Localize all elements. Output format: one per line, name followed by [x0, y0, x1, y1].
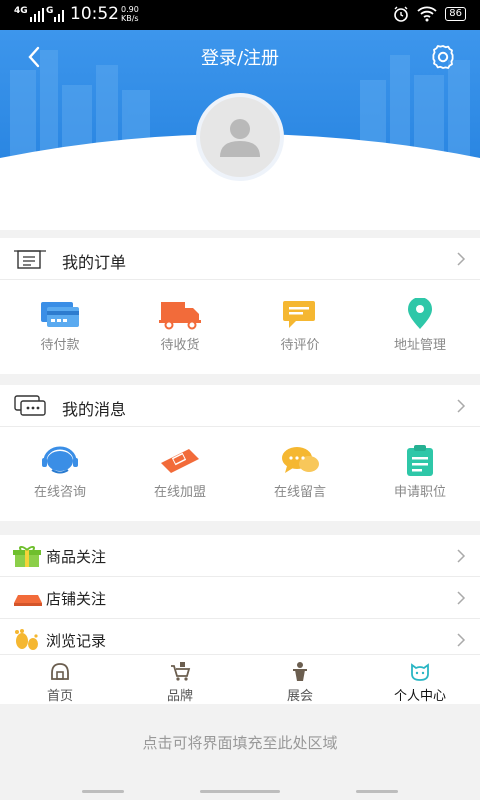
receipt-icon [14, 250, 46, 269]
shop-follow-row[interactable]: 店铺关注 [0, 577, 480, 619]
nav-indicator-left [82, 790, 124, 793]
orders-section: 我的订单 待付款 待收货 待评价 地址管理 [0, 238, 480, 374]
pending-review-label: 待评价 [280, 338, 320, 353]
location-pin-icon [408, 298, 432, 329]
pending-payment-button[interactable]: 待付款 [0, 280, 120, 374]
online-franchise-label: 在线加盟 [153, 485, 206, 500]
pending-review-button[interactable]: 待评价 [240, 280, 360, 374]
gear-icon[interactable] [428, 42, 458, 72]
pending-receipt-label: 待收货 [160, 338, 200, 353]
messages-title: 我的消息 [62, 400, 127, 419]
profile-header: 登录/注册 [0, 30, 480, 230]
online-franchise-button[interactable]: 在线加盟 [120, 427, 240, 521]
pending-payment-label: 待付款 [40, 338, 80, 353]
online-message-button[interactable]: 在线留言 [240, 427, 360, 521]
nav-indicator-center [200, 790, 280, 793]
battery-indicator: 86 [445, 7, 466, 21]
bottom-tab-bar: 首页 品牌 展会 个人中心 [0, 654, 480, 704]
truck-icon [159, 302, 201, 330]
orders-header[interactable]: 我的订单 [0, 238, 480, 280]
follow-list: 商品关注 店铺关注 浏览记录 [0, 535, 480, 655]
shop-follow-label: 店铺关注 [46, 590, 107, 608]
card-icon [41, 302, 79, 327]
speed-value: 0.90 [121, 5, 139, 14]
tab-profile-label: 个人中心 [393, 689, 446, 704]
home-icon [51, 663, 69, 680]
apply-job-label: 申请职位 [393, 485, 446, 500]
nav-indicator-right [356, 790, 398, 793]
network-speed: 0.90 KB/s [121, 5, 139, 23]
tab-exhibition-label: 展会 [286, 689, 313, 704]
browse-history-label: 浏览记录 [46, 632, 107, 650]
signal-icon [30, 8, 44, 22]
messages-header[interactable]: 我的消息 [0, 385, 480, 427]
status-bar: 4G G 10:52 0.90 KB/s 86 [0, 0, 480, 30]
avatar[interactable] [196, 93, 284, 181]
chevron-right-icon [457, 591, 466, 605]
online-consult-label: 在线咨询 [33, 485, 86, 500]
chevron-right-icon [457, 549, 466, 563]
address-management-button[interactable]: 地址管理 [360, 280, 480, 374]
tab-exhibition[interactable]: 展会 [240, 655, 360, 704]
signal-g-label: G [46, 6, 54, 16]
chevron-right-icon [457, 633, 466, 647]
tab-profile[interactable]: 个人中心 [360, 655, 480, 704]
speed-unit: KB/s [121, 14, 139, 23]
comment-icon [283, 301, 315, 328]
product-follow-label: 商品关注 [46, 548, 107, 566]
address-management-label: 地址管理 [393, 338, 446, 353]
franchise-icon [161, 449, 199, 473]
fill-hint-text: 点击可将界面填充至此处区域 [142, 734, 338, 752]
messages-section: 我的消息 在线咨询 在线加盟 在线留言 申请职位 [0, 385, 480, 521]
tab-home[interactable]: 首页 [0, 655, 120, 704]
wifi-icon [417, 6, 437, 22]
profile-icon [411, 663, 429, 681]
exhibition-icon [293, 662, 307, 681]
page-title[interactable]: 登录/注册 [0, 44, 480, 70]
brand-icon [171, 662, 191, 681]
tab-brand[interactable]: 品牌 [120, 655, 240, 704]
headset-icon [42, 446, 78, 474]
pending-receipt-button[interactable]: 待收货 [120, 280, 240, 374]
online-consult-button[interactable]: 在线咨询 [0, 427, 120, 521]
chat-bubbles-icon [282, 447, 319, 473]
apply-job-button[interactable]: 申请职位 [360, 427, 480, 521]
fill-hint-area[interactable]: 点击可将界面填充至此处区域 [0, 704, 480, 800]
shop-icon [14, 595, 42, 606]
message-bubbles-icon [14, 395, 46, 416]
product-follow-row[interactable]: 商品关注 [0, 535, 480, 577]
footprint-icon [15, 629, 38, 650]
user-silhouette-icon [220, 119, 260, 157]
signal-icon-2 [54, 10, 64, 22]
signal-4g-label: 4G [14, 6, 28, 16]
tab-home-label: 首页 [46, 689, 73, 704]
clock: 10:52 [70, 4, 119, 24]
chevron-right-icon [457, 399, 466, 413]
clipboard-icon [407, 445, 433, 476]
tab-brand-label: 品牌 [166, 689, 193, 704]
alarm-icon [394, 6, 409, 22]
gift-icon [13, 546, 41, 567]
online-message-label: 在线留言 [273, 485, 326, 500]
chevron-right-icon [457, 252, 466, 266]
orders-title: 我的订单 [62, 253, 127, 272]
